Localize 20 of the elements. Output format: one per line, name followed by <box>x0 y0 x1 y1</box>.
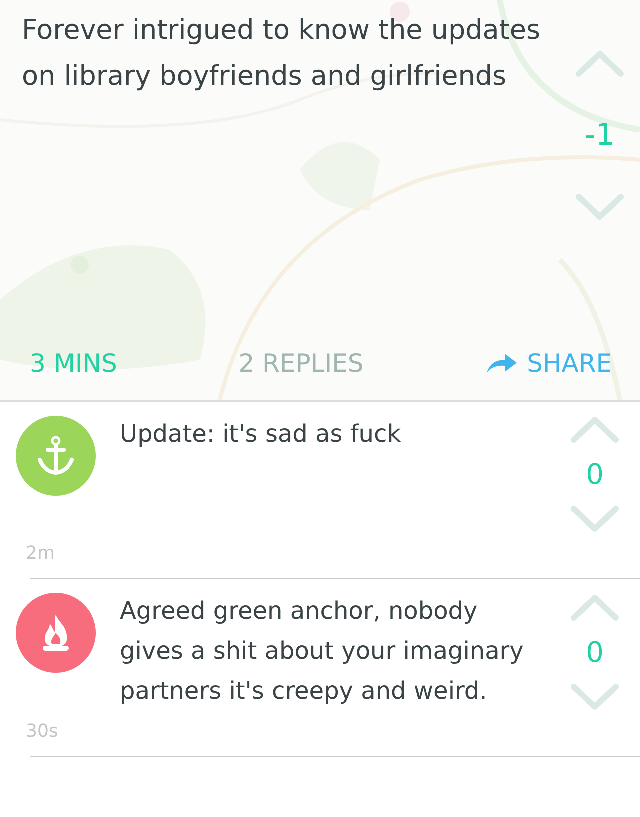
reply-text: Update: it's sad as fuck <box>120 419 402 450</box>
vote-score: -1 <box>585 118 615 153</box>
share-link[interactable]: SHARE <box>485 348 612 378</box>
downvote-icon[interactable] <box>570 505 620 533</box>
post-text: Forever intrigued to know the updates on library boyfriends and girlfriends <box>22 14 542 94</box>
reply-time: 30s <box>25 721 60 742</box>
vote-score: 0 <box>586 458 604 491</box>
anchor-icon <box>37 436 75 476</box>
post-time: 3 MINS <box>30 348 118 378</box>
upvote-icon[interactable] <box>570 594 620 622</box>
upvote-icon[interactable] <box>575 50 625 78</box>
share-arrow-icon <box>485 352 520 374</box>
fire-icon <box>41 613 71 653</box>
vote-score: 0 <box>586 636 604 668</box>
upvote-icon[interactable] <box>570 416 620 444</box>
reply-text: Agreed green anchor, nobody gives a shit about your imaginary partners it's creepy and weird. <box>120 596 525 707</box>
reply-time: 2m <box>25 543 56 564</box>
downvote-icon[interactable] <box>575 193 625 221</box>
downvote-icon[interactable] <box>570 682 620 710</box>
replies-count: 2 REPLIES <box>238 348 364 378</box>
